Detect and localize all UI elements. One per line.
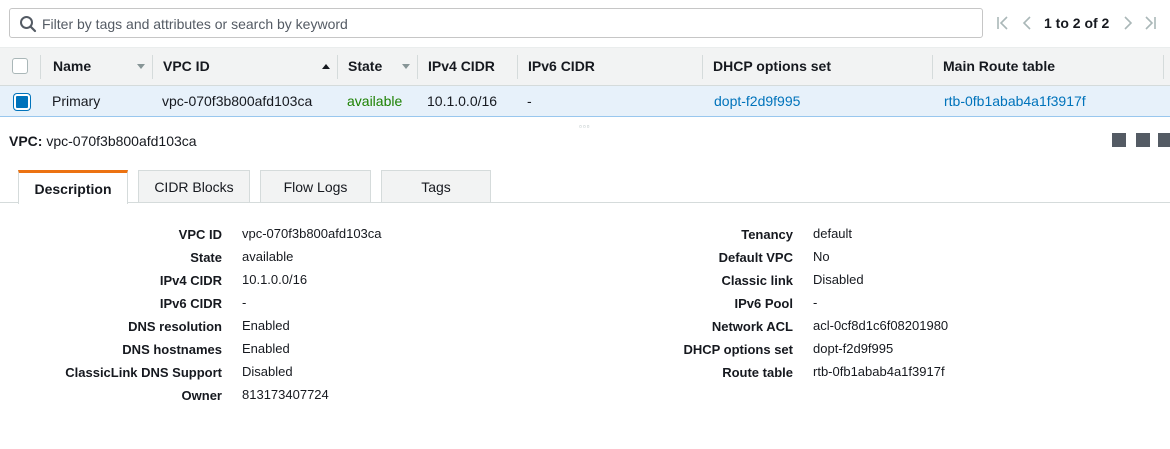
label-dns-resolution: DNS resolution: [128, 319, 222, 334]
column-divider: [1163, 55, 1164, 79]
column-divider: [702, 55, 703, 79]
cell-dhcp-options-set-link[interactable]: dopt-f2d9f995: [714, 86, 800, 116]
tab-description[interactable]: Description: [18, 170, 128, 204]
table-row[interactable]: Primary vpc-070f3b800afd103ca available …: [0, 86, 1170, 117]
column-header-name[interactable]: Name: [53, 48, 91, 85]
value-default-vpc: No: [813, 249, 830, 264]
detail-title-prefix: VPC:: [9, 133, 43, 149]
cell-state: available: [347, 93, 403, 109]
column-divider: [932, 55, 933, 79]
table-header: Name VPC ID State IPv4 CIDR IPv6 CIDR DH…: [0, 47, 1170, 86]
sort-icon[interactable]: [137, 64, 145, 70]
column-header-ipv4-cidr[interactable]: IPv4 CIDR: [428, 48, 495, 85]
column-divider: [417, 55, 418, 79]
label-owner: Owner: [181, 388, 222, 403]
cell-name: Primary: [52, 93, 101, 109]
value-classiclink-dns-support: Disabled: [242, 364, 293, 379]
column-divider: [152, 55, 153, 79]
column-divider: [40, 55, 41, 79]
panel-layout-icon[interactable]: [1112, 133, 1126, 147]
label-default-vpc: Default VPC: [718, 250, 793, 265]
resize-handle[interactable]: ▫▫▫: [579, 122, 591, 131]
cell-vpc-id: vpc-070f3b800afd103ca: [162, 93, 313, 109]
column-header-ipv6-cidr[interactable]: IPv6 CIDR: [528, 48, 595, 85]
column-divider: [337, 55, 338, 79]
detail-title-vpc-id: vpc-070f3b800afd103ca: [46, 133, 197, 149]
next-page-icon[interactable]: [1119, 14, 1137, 32]
label-tenancy: Tenancy: [741, 227, 793, 242]
column-divider: [517, 55, 518, 79]
row-checkbox[interactable]: [14, 94, 30, 110]
panel-layout-icon[interactable]: [1158, 133, 1170, 147]
value-vpc-id: vpc-070f3b800afd103ca: [242, 226, 382, 241]
value-ipv6-pool: -: [813, 295, 818, 310]
dhcp-options-set-link[interactable]: dopt-f2d9f995: [813, 341, 893, 356]
sort-icon[interactable]: [402, 64, 410, 70]
tab-flow-logs[interactable]: Flow Logs: [260, 170, 371, 202]
label-ipv6-pool: IPv6 Pool: [734, 296, 793, 311]
last-page-icon[interactable]: [1141, 14, 1159, 32]
cell-ipv6-cidr: -: [527, 93, 532, 109]
label-dhcp-options-set: DHCP options set: [683, 342, 793, 357]
pagination: 1 to 2 of 2: [994, 8, 1159, 38]
value-tenancy: default: [813, 226, 853, 241]
first-page-icon[interactable]: [994, 14, 1012, 32]
value-dns-hostnames: Enabled: [242, 341, 290, 356]
search-icon: [20, 16, 37, 33]
column-header-state[interactable]: State: [348, 48, 382, 85]
label-ipv6-cidr: IPv6 CIDR: [159, 296, 222, 311]
value-ipv4-cidr: 10.1.0.0/16: [242, 272, 308, 287]
column-header-vpc-id[interactable]: VPC ID: [163, 48, 210, 85]
prev-page-icon[interactable]: [1018, 14, 1036, 32]
label-route-table: Route table: [722, 365, 793, 380]
label-dns-hostnames: DNS hostnames: [122, 342, 222, 357]
cell-main-route-table-link[interactable]: rtb-0fb1abab4a1f3917f: [944, 86, 1086, 116]
cell-ipv4-cidr: 10.1.0.0/16: [427, 93, 498, 109]
label-network-acl: Network ACL: [711, 319, 793, 334]
value-classic-link: Disabled: [813, 272, 864, 287]
column-header-dhcp-options-set[interactable]: DHCP options set: [713, 48, 831, 85]
label-ipv4-cidr: IPv4 CIDR: [159, 273, 222, 288]
value-dns-resolution: Enabled: [242, 318, 290, 333]
value-state: available: [242, 249, 294, 264]
label-classiclink-dns-support: ClassicLink DNS Support: [65, 365, 222, 380]
label-state: State: [190, 250, 222, 265]
value-owner: 813173407724: [242, 387, 329, 402]
network-acl-link[interactable]: acl-0cf8d1c6f08201980: [813, 318, 948, 333]
sort-icon[interactable]: [322, 64, 330, 70]
filter-search-box[interactable]: [9, 8, 983, 38]
detail-title: VPC: vpc-070f3b800afd103ca: [9, 133, 197, 149]
tab-tags[interactable]: Tags: [381, 170, 491, 202]
panel-layout-icon[interactable]: [1136, 133, 1150, 147]
tab-cidr-blocks[interactable]: CIDR Blocks: [138, 170, 250, 202]
label-classic-link: Classic link: [721, 273, 793, 288]
value-ipv6-cidr: -: [242, 295, 247, 310]
filter-input[interactable]: [42, 14, 972, 34]
pagination-label: 1 to 2 of 2: [1044, 15, 1110, 31]
route-table-link[interactable]: rtb-0fb1abab4a1f3917f: [813, 364, 945, 379]
select-all-checkbox[interactable]: [12, 58, 28, 74]
label-vpc-id: VPC ID: [178, 227, 222, 242]
column-header-main-route-table[interactable]: Main Route table: [943, 48, 1055, 85]
